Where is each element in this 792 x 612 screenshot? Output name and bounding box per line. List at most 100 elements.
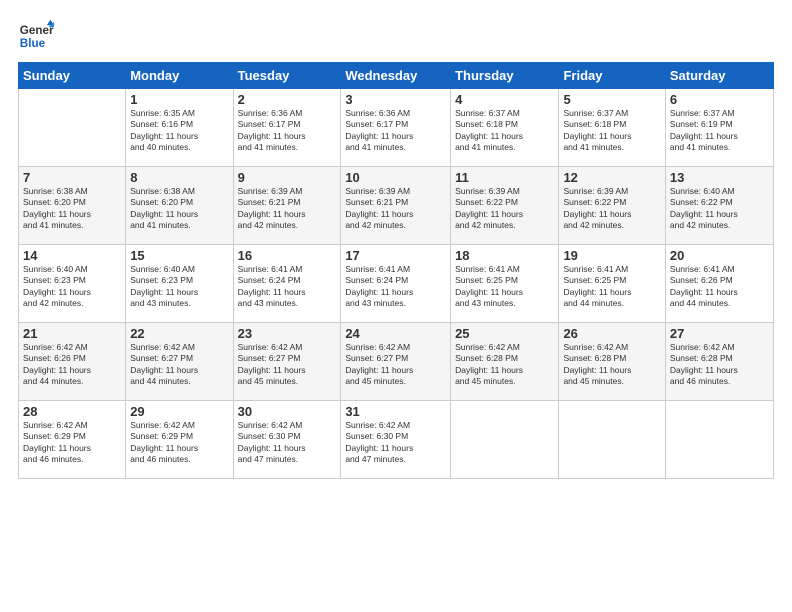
calendar-cell: 22Sunrise: 6:42 AM Sunset: 6:27 PM Dayli… (126, 323, 233, 401)
day-number: 19 (563, 248, 660, 263)
day-number: 12 (563, 170, 660, 185)
day-info: Sunrise: 6:42 AM Sunset: 6:30 PM Dayligh… (345, 420, 446, 466)
calendar-cell: 17Sunrise: 6:41 AM Sunset: 6:24 PM Dayli… (341, 245, 451, 323)
day-info: Sunrise: 6:42 AM Sunset: 6:30 PM Dayligh… (238, 420, 337, 466)
day-info: Sunrise: 6:40 AM Sunset: 6:22 PM Dayligh… (670, 186, 769, 232)
day-number: 9 (238, 170, 337, 185)
day-info: Sunrise: 6:38 AM Sunset: 6:20 PM Dayligh… (23, 186, 121, 232)
day-number: 17 (345, 248, 446, 263)
day-info: Sunrise: 6:42 AM Sunset: 6:29 PM Dayligh… (23, 420, 121, 466)
day-info: Sunrise: 6:42 AM Sunset: 6:26 PM Dayligh… (23, 342, 121, 388)
day-number: 3 (345, 92, 446, 107)
day-number: 7 (23, 170, 121, 185)
day-info: Sunrise: 6:37 AM Sunset: 6:18 PM Dayligh… (455, 108, 554, 154)
day-info: Sunrise: 6:42 AM Sunset: 6:28 PM Dayligh… (670, 342, 769, 388)
calendar-cell: 6Sunrise: 6:37 AM Sunset: 6:19 PM Daylig… (665, 89, 773, 167)
day-info: Sunrise: 6:40 AM Sunset: 6:23 PM Dayligh… (130, 264, 228, 310)
calendar-cell: 23Sunrise: 6:42 AM Sunset: 6:27 PM Dayli… (233, 323, 341, 401)
weekday-header-thursday: Thursday (451, 63, 559, 89)
calendar-table: SundayMondayTuesdayWednesdayThursdayFrid… (18, 62, 774, 479)
calendar-cell: 1Sunrise: 6:35 AM Sunset: 6:16 PM Daylig… (126, 89, 233, 167)
day-number: 25 (455, 326, 554, 341)
day-info: Sunrise: 6:39 AM Sunset: 6:21 PM Dayligh… (238, 186, 337, 232)
day-number: 15 (130, 248, 228, 263)
weekday-header-wednesday: Wednesday (341, 63, 451, 89)
svg-text:Blue: Blue (20, 37, 46, 50)
calendar-cell: 16Sunrise: 6:41 AM Sunset: 6:24 PM Dayli… (233, 245, 341, 323)
day-number: 28 (23, 404, 121, 419)
day-info: Sunrise: 6:39 AM Sunset: 6:22 PM Dayligh… (455, 186, 554, 232)
calendar-cell: 28Sunrise: 6:42 AM Sunset: 6:29 PM Dayli… (19, 401, 126, 479)
calendar-cell: 30Sunrise: 6:42 AM Sunset: 6:30 PM Dayli… (233, 401, 341, 479)
day-number: 8 (130, 170, 228, 185)
day-number: 10 (345, 170, 446, 185)
calendar-cell: 18Sunrise: 6:41 AM Sunset: 6:25 PM Dayli… (451, 245, 559, 323)
day-number: 29 (130, 404, 228, 419)
day-info: Sunrise: 6:39 AM Sunset: 6:21 PM Dayligh… (345, 186, 446, 232)
calendar-cell: 8Sunrise: 6:38 AM Sunset: 6:20 PM Daylig… (126, 167, 233, 245)
day-number: 2 (238, 92, 337, 107)
day-number: 31 (345, 404, 446, 419)
calendar-cell (559, 401, 665, 479)
calendar-cell (19, 89, 126, 167)
day-info: Sunrise: 6:40 AM Sunset: 6:23 PM Dayligh… (23, 264, 121, 310)
day-number: 24 (345, 326, 446, 341)
calendar-cell: 4Sunrise: 6:37 AM Sunset: 6:18 PM Daylig… (451, 89, 559, 167)
day-number: 18 (455, 248, 554, 263)
day-number: 13 (670, 170, 769, 185)
weekday-header-tuesday: Tuesday (233, 63, 341, 89)
day-info: Sunrise: 6:42 AM Sunset: 6:27 PM Dayligh… (238, 342, 337, 388)
weekday-header-friday: Friday (559, 63, 665, 89)
day-number: 6 (670, 92, 769, 107)
calendar-cell: 31Sunrise: 6:42 AM Sunset: 6:30 PM Dayli… (341, 401, 451, 479)
calendar-cell: 10Sunrise: 6:39 AM Sunset: 6:21 PM Dayli… (341, 167, 451, 245)
weekday-header-saturday: Saturday (665, 63, 773, 89)
svg-text:General: General (20, 24, 54, 37)
day-info: Sunrise: 6:36 AM Sunset: 6:17 PM Dayligh… (238, 108, 337, 154)
weekday-header-monday: Monday (126, 63, 233, 89)
day-info: Sunrise: 6:42 AM Sunset: 6:28 PM Dayligh… (455, 342, 554, 388)
calendar-cell: 15Sunrise: 6:40 AM Sunset: 6:23 PM Dayli… (126, 245, 233, 323)
day-info: Sunrise: 6:41 AM Sunset: 6:26 PM Dayligh… (670, 264, 769, 310)
calendar-cell: 27Sunrise: 6:42 AM Sunset: 6:28 PM Dayli… (665, 323, 773, 401)
day-number: 1 (130, 92, 228, 107)
day-info: Sunrise: 6:37 AM Sunset: 6:18 PM Dayligh… (563, 108, 660, 154)
calendar-cell: 26Sunrise: 6:42 AM Sunset: 6:28 PM Dayli… (559, 323, 665, 401)
calendar-cell: 9Sunrise: 6:39 AM Sunset: 6:21 PM Daylig… (233, 167, 341, 245)
day-number: 21 (23, 326, 121, 341)
day-number: 30 (238, 404, 337, 419)
day-info: Sunrise: 6:42 AM Sunset: 6:27 PM Dayligh… (130, 342, 228, 388)
day-number: 22 (130, 326, 228, 341)
day-number: 14 (23, 248, 121, 263)
day-info: Sunrise: 6:36 AM Sunset: 6:17 PM Dayligh… (345, 108, 446, 154)
calendar-cell (665, 401, 773, 479)
day-info: Sunrise: 6:39 AM Sunset: 6:22 PM Dayligh… (563, 186, 660, 232)
calendar-cell: 29Sunrise: 6:42 AM Sunset: 6:29 PM Dayli… (126, 401, 233, 479)
day-info: Sunrise: 6:41 AM Sunset: 6:24 PM Dayligh… (238, 264, 337, 310)
day-number: 4 (455, 92, 554, 107)
calendar-cell: 14Sunrise: 6:40 AM Sunset: 6:23 PM Dayli… (19, 245, 126, 323)
logo-icon: General Blue (18, 18, 54, 54)
calendar-cell: 3Sunrise: 6:36 AM Sunset: 6:17 PM Daylig… (341, 89, 451, 167)
calendar-cell: 19Sunrise: 6:41 AM Sunset: 6:25 PM Dayli… (559, 245, 665, 323)
calendar-cell: 2Sunrise: 6:36 AM Sunset: 6:17 PM Daylig… (233, 89, 341, 167)
day-number: 20 (670, 248, 769, 263)
calendar-cell: 21Sunrise: 6:42 AM Sunset: 6:26 PM Dayli… (19, 323, 126, 401)
day-info: Sunrise: 6:41 AM Sunset: 6:25 PM Dayligh… (563, 264, 660, 310)
calendar-cell: 7Sunrise: 6:38 AM Sunset: 6:20 PM Daylig… (19, 167, 126, 245)
calendar-cell: 20Sunrise: 6:41 AM Sunset: 6:26 PM Dayli… (665, 245, 773, 323)
day-info: Sunrise: 6:38 AM Sunset: 6:20 PM Dayligh… (130, 186, 228, 232)
calendar-cell: 11Sunrise: 6:39 AM Sunset: 6:22 PM Dayli… (451, 167, 559, 245)
calendar-cell: 25Sunrise: 6:42 AM Sunset: 6:28 PM Dayli… (451, 323, 559, 401)
day-number: 26 (563, 326, 660, 341)
day-info: Sunrise: 6:35 AM Sunset: 6:16 PM Dayligh… (130, 108, 228, 154)
day-info: Sunrise: 6:37 AM Sunset: 6:19 PM Dayligh… (670, 108, 769, 154)
day-number: 27 (670, 326, 769, 341)
day-info: Sunrise: 6:42 AM Sunset: 6:28 PM Dayligh… (563, 342, 660, 388)
calendar-cell: 5Sunrise: 6:37 AM Sunset: 6:18 PM Daylig… (559, 89, 665, 167)
page-header: General Blue (18, 18, 774, 54)
calendar-cell: 24Sunrise: 6:42 AM Sunset: 6:27 PM Dayli… (341, 323, 451, 401)
day-number: 5 (563, 92, 660, 107)
day-number: 23 (238, 326, 337, 341)
day-info: Sunrise: 6:42 AM Sunset: 6:29 PM Dayligh… (130, 420, 228, 466)
